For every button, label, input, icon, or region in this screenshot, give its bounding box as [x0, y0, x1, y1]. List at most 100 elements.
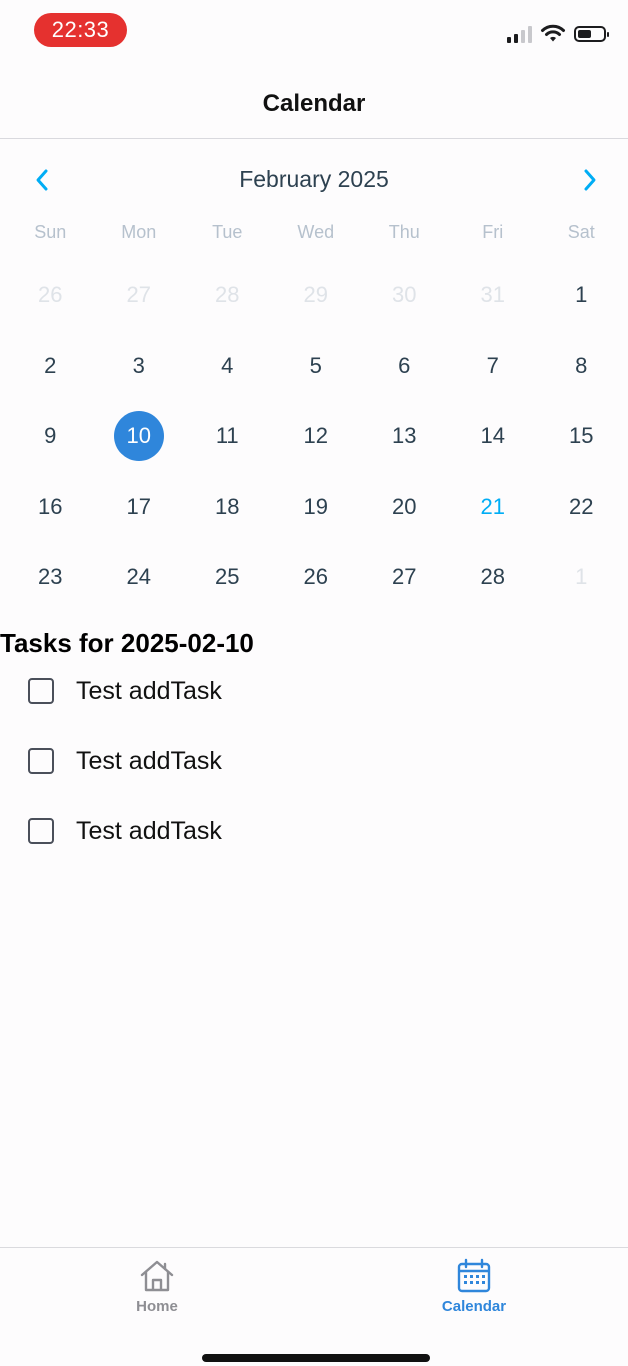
calendar-day[interactable]: 1 — [537, 258, 626, 329]
calendar-day: 27 — [95, 258, 184, 329]
weekday-label: Mon — [121, 222, 157, 242]
calendar-day[interactable]: 28 — [449, 540, 538, 611]
task-item: Test addTask — [28, 666, 388, 716]
weekday-label: Tue — [212, 222, 243, 242]
calendar-day-number: 4 — [221, 352, 234, 378]
calendar-day-number: 21 — [480, 493, 505, 519]
tasks-heading: Tasks for 2025-02-10 — [0, 628, 254, 658]
calendar-day-number: 24 — [126, 564, 151, 589]
weekday-label: Wed — [297, 222, 335, 242]
calendar-month-nav: February 2025 — [0, 150, 628, 210]
calendar-day-number: 28 — [215, 282, 240, 307]
calendar-day-number: 5 — [309, 352, 322, 378]
calendar-day-number: 17 — [126, 493, 151, 519]
signal-icon — [507, 25, 532, 43]
task-label: Test addTask — [76, 816, 222, 845]
calendar-day-grid: 26 27 28 29 30 31 1 2 3 4 5 6 7 8 9 10 11 12 13 14 15 16 17 18 1… — [6, 258, 626, 611]
calendar-day-number: 26 — [38, 282, 63, 307]
calendar-day: 29 — [272, 258, 361, 329]
calendar-day[interactable]: 17 — [95, 470, 184, 541]
calendar-day-number: 2 — [44, 352, 57, 378]
calendar-day-number: 29 — [303, 282, 328, 307]
calendar-day[interactable]: 4 — [183, 329, 272, 400]
task-checkbox[interactable] — [28, 678, 54, 704]
calendar-day[interactable]: 13 — [360, 399, 449, 470]
calendar-day-number: 1 — [575, 282, 588, 307]
tab-home-label: Home — [136, 1298, 178, 1315]
calendar-day-number: 27 — [392, 564, 417, 589]
tab-home[interactable]: Home — [77, 1258, 237, 1318]
calendar-day[interactable]: 11 — [183, 399, 272, 470]
calendar-day[interactable]: 10 — [95, 399, 184, 470]
status-icons — [507, 22, 609, 46]
calendar-day: 30 — [360, 258, 449, 329]
calendar-day[interactable]: 3 — [95, 329, 184, 400]
calendar-day[interactable]: 9 — [6, 399, 95, 470]
calendar-day-number: 25 — [215, 564, 240, 589]
calendar-day-number: 28 — [480, 564, 505, 589]
weekday-label: Sun — [34, 222, 67, 242]
tab-calendar[interactable]: Calendar — [394, 1258, 554, 1318]
calendar-day-number: 7 — [486, 352, 499, 378]
calendar-day-number: 18 — [215, 493, 240, 519]
calendar-day[interactable]: 23 — [6, 540, 95, 611]
calendar-day: 1 — [537, 540, 626, 611]
calendar-day-number: 1 — [575, 564, 588, 589]
wifi-icon — [541, 24, 565, 42]
calendar-day[interactable]: 20 — [360, 470, 449, 541]
weekday-header: Sun Mon Tue Wed Thu Fri Sat — [6, 222, 626, 250]
calendar-day[interactable]: 18 — [183, 470, 272, 541]
calendar-day-number: 13 — [392, 423, 417, 448]
calendar-day[interactable]: 15 — [537, 399, 626, 470]
calendar-day[interactable]: 14 — [449, 399, 538, 470]
tab-calendar-label: Calendar — [441, 1298, 507, 1315]
task-checkbox[interactable] — [28, 748, 54, 774]
month-label: February 2025 — [239, 166, 389, 192]
calendar-day[interactable]: 21 — [449, 470, 538, 541]
calendar-day-number: 31 — [480, 282, 505, 307]
calendar-day-number: 8 — [575, 352, 588, 378]
weekday-label: Sat — [567, 222, 595, 242]
calendar-day[interactable]: 22 — [537, 470, 626, 541]
calendar-day-number: 6 — [398, 352, 411, 378]
task-item: Test addTask — [28, 806, 388, 856]
calendar-day[interactable]: 24 — [95, 540, 184, 611]
status-bar: 22:33 — [0, 0, 628, 62]
calendar-day[interactable]: 6 — [360, 329, 449, 400]
calendar-day[interactable]: 27 — [360, 540, 449, 611]
calendar-day-number: 22 — [569, 493, 594, 519]
calendar-day: 31 — [449, 258, 538, 329]
calendar-day-number: 26 — [303, 564, 328, 589]
calendar-day[interactable]: 12 — [272, 399, 361, 470]
page-title: Calendar — [262, 90, 366, 117]
calendar-day[interactable]: 7 — [449, 329, 538, 400]
calendar-day[interactable]: 16 — [6, 470, 95, 541]
calendar-day[interactable]: 5 — [272, 329, 361, 400]
calendar-day-number: 11 — [215, 423, 239, 448]
calendar-day-number: 3 — [132, 352, 145, 378]
calendar-day-number: 30 — [392, 282, 417, 307]
calendar-day-number: 14 — [480, 423, 505, 448]
calendar-day-number: 20 — [392, 493, 417, 519]
home-indicator — [202, 1354, 430, 1362]
chevron-right-icon — [584, 169, 596, 191]
calendar-day[interactable]: 25 — [183, 540, 272, 611]
tab-bar: Home Calendar — [0, 1247, 628, 1366]
calendar-day-number: 12 — [303, 423, 328, 448]
calendar-day: 28 — [183, 258, 272, 329]
task-checkbox[interactable] — [28, 818, 54, 844]
task-label: Test addTask — [76, 676, 222, 705]
calendar-day[interactable]: 8 — [537, 329, 626, 400]
calendar-day-number: 23 — [38, 564, 63, 589]
next-month-button[interactable] — [568, 158, 612, 202]
weekday-label: Thu — [388, 222, 420, 242]
calendar-day[interactable]: 2 — [6, 329, 95, 400]
calendar-day-number: 27 — [126, 282, 151, 307]
task-label: Test addTask — [76, 746, 222, 775]
calendar-day[interactable]: 19 — [272, 470, 361, 541]
calendar-day-number: 16 — [38, 493, 63, 519]
battery-icon — [574, 26, 609, 42]
calendar-day-number: 10 — [113, 411, 164, 461]
calendar-icon — [457, 1258, 491, 1293]
calendar-day[interactable]: 26 — [272, 540, 361, 611]
